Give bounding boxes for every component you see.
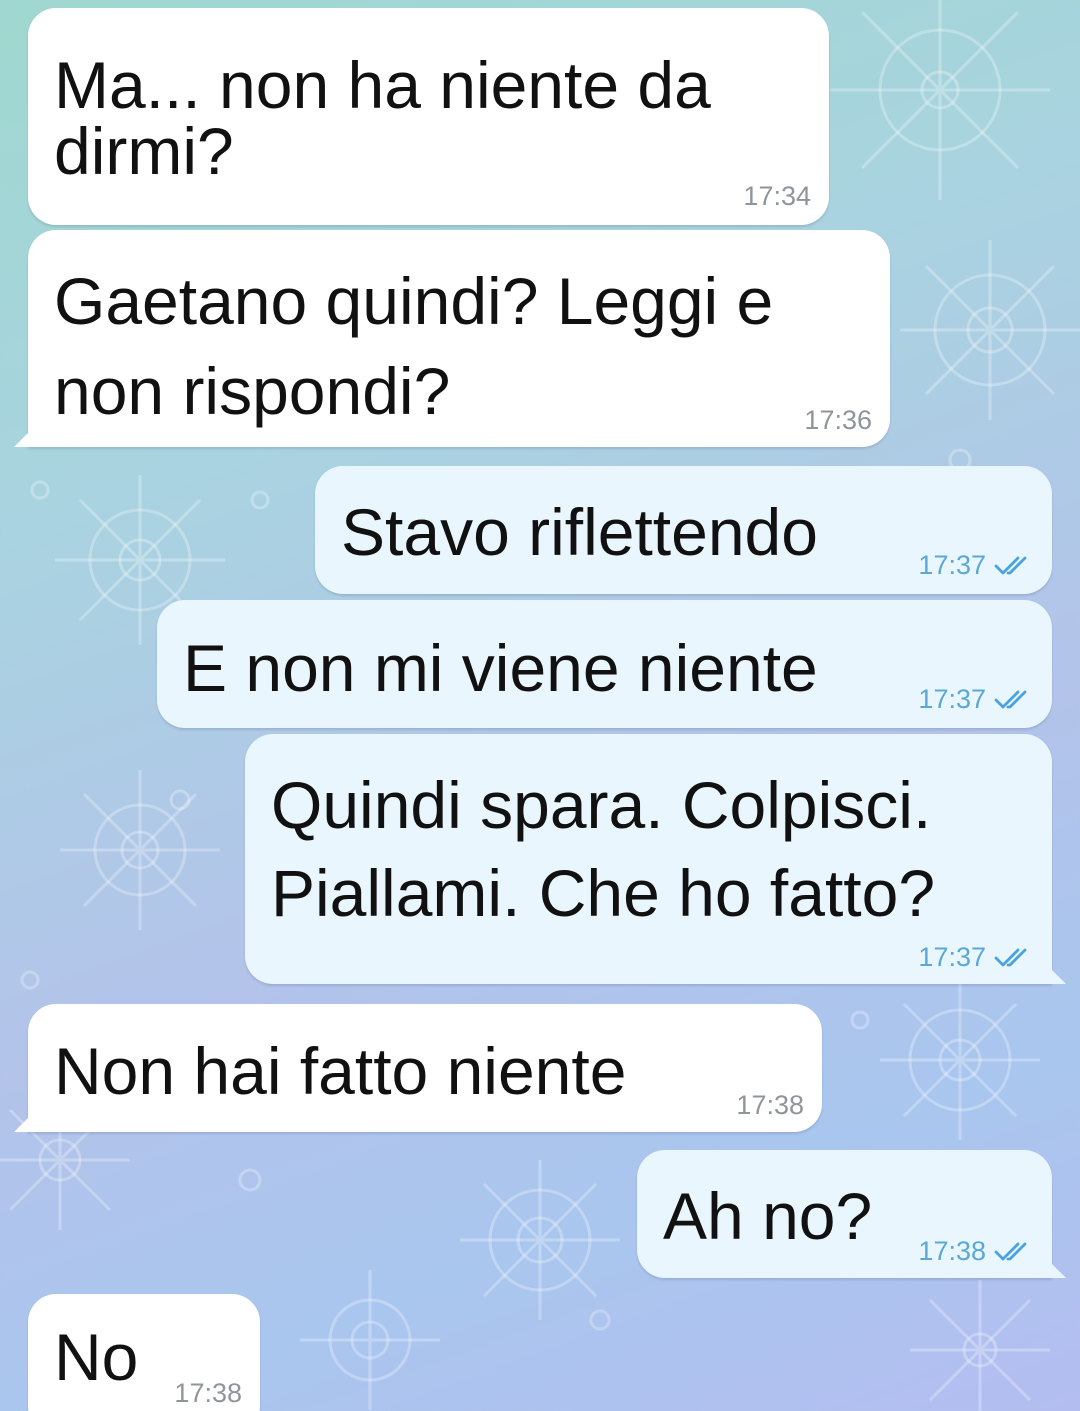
message-text: Non hai fatto niente [54,1034,627,1108]
message-time: 17:38 [736,1090,804,1120]
message-bubble[interactable]: Gaetano quindi? Leggi e non rispondi? 17… [28,230,890,447]
message-meta: 17:38 [918,1236,1034,1266]
message-time: 17:37 [918,942,986,972]
message-meta: 17:36 [804,405,872,435]
double-check-icon [994,1242,1027,1261]
message-bubble[interactable]: Ah no? 17:38 [637,1150,1052,1278]
message-text: non rispondi? [54,354,451,428]
message-bubble[interactable]: Non hai fatto niente 17:38 [28,1004,822,1132]
message-time: 17:38 [918,1236,986,1266]
message-time: 17:37 [918,684,986,714]
message-time: 17:38 [174,1378,242,1408]
message-bubble[interactable]: No 17:38 [28,1294,260,1411]
message-time: 17:34 [743,181,811,211]
message-meta: 17:37 [918,550,1034,580]
message-text: Piallami. Che ho fatto? [271,856,936,930]
message-time: 17:36 [804,405,872,435]
message-text: Quindi spara. Colpisci. [271,768,932,842]
message-bubble[interactable]: Stavo riflettendo 17:37 [315,466,1052,594]
message-bubble[interactable]: Ma... non ha niente da dirmi? 17:34 [28,8,829,225]
message-text: No [54,1320,139,1394]
message-text: Ah no? [663,1179,873,1253]
message-time: 17:37 [918,550,986,580]
message-meta: 17:38 [174,1378,242,1408]
message-meta: 17:37 [918,942,1034,972]
message-bubble[interactable]: Quindi spara. Colpisci. Piallami. Che ho… [245,734,1052,984]
message-meta: 17:34 [743,181,811,211]
message-meta: 17:37 [918,684,1034,714]
message-text: Gaetano quindi? Leggi e [54,264,774,338]
message-text: dirmi? [54,114,234,188]
message-bubble[interactable]: E non mi viene niente 17:37 [157,600,1052,728]
double-check-icon [994,948,1027,967]
message-meta: 17:38 [736,1090,804,1120]
double-check-icon [994,690,1027,709]
double-check-icon [994,556,1027,575]
message-text: E non mi viene niente [183,631,818,705]
message-text: Stavo riflettendo [341,495,818,569]
